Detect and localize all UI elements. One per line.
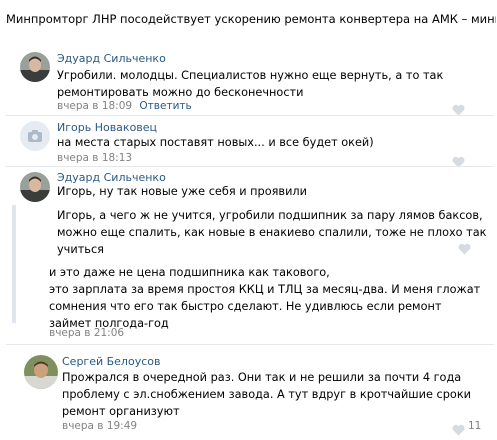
heart-icon[interactable] [452, 153, 465, 172]
heart-icon[interactable] [458, 240, 471, 259]
avatar[interactable] [24, 355, 58, 389]
comment-line: ремонтировать можно до бесконечности [57, 86, 304, 99]
comment-text: на места старых поставят новых... и все … [57, 134, 487, 151]
comment-time[interactable]: вчера в 19:49 [62, 420, 137, 432]
divider [6, 115, 494, 116]
comment-line: ремонт организуют [62, 405, 180, 418]
divider [6, 166, 494, 167]
post-title[interactable]: Минпромторг ЛНР посодействует ускорению … [6, 12, 496, 26]
comment-author[interactable]: Эдуард Сильченко [57, 52, 166, 65]
comment-author[interactable]: Сергей Белоусов [62, 355, 160, 368]
comment-text: и это даже не цена подшипника как таково… [49, 264, 489, 332]
heart-icon[interactable] [452, 421, 465, 440]
avatar[interactable] [20, 52, 50, 82]
comment-line: и это даже не цена подшипника как таково… [49, 266, 330, 279]
comment-line: учиться [57, 243, 104, 256]
reply-link[interactable]: Ответить [139, 100, 191, 112]
comment-line: Угробили. молодцы. Специалистов нужно ещ… [57, 69, 444, 82]
comment-time[interactable]: вчера в 18:09 [57, 100, 132, 112]
comment-meta: вчера в 18:09 Ответить [57, 100, 192, 112]
divider [6, 344, 494, 345]
comment-line: сомнения что его так быстро сделают. Не … [49, 300, 442, 313]
comment-time[interactable]: вчера в 18:13 [57, 152, 132, 164]
avatar[interactable] [20, 121, 50, 151]
comment-line: можно еще спалить, как новые в енакиево … [57, 226, 487, 239]
comment-text: Прожрался в очередной раз. Они так и не … [62, 369, 492, 420]
comment-line: это зарплата за время простоя ККЦ и ТЛЦ … [49, 283, 481, 296]
comment-line: проблему с эл.снобжением завода. А тут в… [62, 388, 471, 401]
thread-line [12, 205, 16, 323]
avatar[interactable] [20, 172, 50, 202]
comment-text: Игорь, а чего ж не учится, угробили подш… [57, 207, 487, 258]
comment-line: Прожрался в очередной раз. Они так и не … [62, 371, 462, 384]
comment-line: Игорь, а чего ж не учится, угробили подш… [57, 209, 483, 222]
comment-line: Игорь, ну так новые уже себя и проявили [57, 185, 307, 198]
comment-meta: вчера в 19:49 [62, 420, 137, 432]
camera-icon [28, 130, 42, 142]
comment-text: Игорь, ну так новые уже себя и проявили [57, 183, 487, 200]
comment-meta: вчера в 21:06 [49, 327, 124, 339]
comment-meta: вчера в 18:13 [57, 152, 132, 164]
comment-text: Угробили. молодцы. Специалистов нужно ещ… [57, 67, 487, 101]
like-count[interactable]: 11 [468, 420, 481, 432]
comment-line: на места старых поставят новых... и все … [57, 136, 374, 149]
comment-author[interactable]: Игорь Новаковец [57, 121, 157, 134]
comment-time[interactable]: вчера в 21:06 [49, 327, 124, 339]
heart-icon[interactable] [452, 101, 465, 120]
